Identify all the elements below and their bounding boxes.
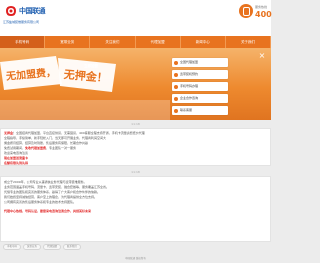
message-line: 凭借专业的团队和完善的服务体系，赢得了广大客户和合作伙伴的信赖。 <box>4 190 101 194</box>
quick-link-business[interactable]: 企业合作咨询 <box>172 94 228 103</box>
message-line: 我们始终坚持诚信经营，客户至上的理念，为代理商提供全方位支持。 <box>4 195 98 199</box>
quick-link-franchise[interactable]: 全国代理加盟 <box>172 58 228 67</box>
banner-slogan-ribbon: 无加盟费， 无押金！ <box>0 56 116 92</box>
quick-link-broadband[interactable]: 宽带装机预约 <box>172 70 228 79</box>
nav-item-broadband[interactable]: 宽带业务 <box>45 36 91 48</box>
bullet-icon <box>174 96 178 101</box>
quick-link-label: 企业合作咨询 <box>180 96 199 100</box>
message-highlight: 无押金 <box>4 131 14 135</box>
unicom-logo[interactable]: 中国联通 江苏盐城装维服务有限公司 <box>3 4 67 24</box>
message-line: 公司拥有完善的售后服务体系和专业的技术支持团队。 <box>4 200 77 204</box>
bullet-icon <box>174 72 178 77</box>
message-highlight-line: 现在加盟送流量卡 <box>4 156 29 160</box>
message-line: 无押金！全国招商代理加盟，平台直接供货，无需囤货，400客服全程支持开通，手机卡… <box>4 131 145 135</box>
quick-link-label: 宽带装机预约 <box>180 72 199 76</box>
banner-cta[interactable]: 立即加盟 <box>84 64 98 69</box>
nav-item-news[interactable]: 新闻中心 <box>181 36 226 48</box>
unicom-knot-icon <box>6 6 16 16</box>
message-line: 业务范围涵盖手机号码、流量卡、宽带安装、融合套餐等，服务覆盖江苏全省。 <box>4 185 110 189</box>
message-text: 全程指导， <box>4 136 20 140</box>
message-highlight-line: 名额有限先到先得 <box>4 161 29 165</box>
logo-text: 中国联通 <box>19 7 46 15</box>
message-card-franchise: 无押金！全国招商代理加盟，平台直接供货，无需囤货，400客服全程支持开通，手机卡… <box>0 128 271 166</box>
hotline-number[interactable]: 400 <box>255 10 272 19</box>
footer-tab[interactable]: 宽带业务 <box>23 244 42 250</box>
quick-link-label: 联系客服 <box>180 108 193 112</box>
site-header: 中国联通 江苏盐城装维服务有限公司 服务热线 400 <box>0 0 272 36</box>
banner-strip <box>0 100 170 120</box>
quick-link-label: 手机号码办理 <box>180 84 199 88</box>
message-highlight-line: 代理中心热线，号码认证，愿您来电咨询洽谈合作，共创美好未来 <box>4 209 92 213</box>
message-text: 手续简单，新手轻松入门，当天即可开展业务，代理商利润空间大 <box>19 136 107 140</box>
message-text: ！全国招商代理加盟，平台直接供货，无需囤货，400客服全程支持开通，手机卡流量资… <box>13 131 145 135</box>
nav-item-about[interactable]: 关于我们 <box>226 36 272 48</box>
footer-tab[interactable]: 代理加盟 <box>43 244 62 250</box>
quick-link-mobile[interactable]: 手机号码办理 <box>172 82 228 91</box>
quick-link-label: 全国代理加盟 <box>180 60 199 64</box>
message-line: 全程指导，手续简单，新手轻松入门，当天即可开展业务，代理商利润空间大 <box>4 136 106 140</box>
logo-subtitle: 江苏盐城装维服务有限公司 <box>3 20 40 24</box>
message-text: ，专业团队一对一服务 <box>46 146 77 150</box>
nav-item-franchise[interactable]: 代理加盟 <box>136 36 181 48</box>
close-icon[interactable]: × <box>257 51 267 61</box>
hotline-label: 服务热线 <box>255 5 268 9</box>
message-time: 11:18 <box>131 122 140 126</box>
message-line: 欢迎来电咨询洽谈 <box>4 151 28 155</box>
bullet-icon <box>174 60 178 65</box>
message-line: 佣金按月结算，结算及时到账，售后服务有保障，长期合作共赢 <box>4 141 88 145</box>
footer-tabs: 手机号码 宽带业务 代理加盟 联系我们 <box>0 244 271 252</box>
message-time: 11:18 <box>131 170 140 174</box>
message-text: 欢迎来电咨询洽谈 <box>4 151 29 155</box>
footer-tab[interactable]: 手机号码 <box>3 244 22 250</box>
banner-quick-links: 全国代理加盟 宽带装机预约 手机号码办理 企业合作咨询 联系客服 <box>170 48 230 120</box>
footer-tab[interactable]: 联系我们 <box>63 244 82 250</box>
message-line: 免费试用期间，免收代理加盟费，专业团队一对一服务 <box>4 146 76 150</box>
message-highlight: 免收代理加盟费 <box>25 146 47 150</box>
message-text: 免费试用期间， <box>4 146 26 150</box>
nav-item-mobile[interactable]: 手机号码 <box>0 36 46 48</box>
bullet-icon <box>174 84 178 89</box>
bullet-icon <box>174 108 178 113</box>
message-card-company: 成立于2009年，公司专业从事通信业务代理与宽带装维服务。 业务范围涵盖手机号码… <box>0 176 271 242</box>
promo-banner[interactable]: 无加盟费， 无押金！ 立即加盟 全国代理加盟 宽带装机预约 手机号码办理 企业合… <box>0 48 271 120</box>
message-line: 成立于2009年，公司专业从事通信业务代理与宽带装维服务。 <box>4 180 87 184</box>
message-text: 佣金按月结算，结算及时到账，售后服务有保障，长期合作共赢 <box>4 141 89 145</box>
quick-link-service[interactable]: 联系客服 <box>172 106 228 115</box>
copyright: 中国联通 版权所有 <box>125 257 146 260</box>
main-nav: 手机号码 宽带业务 关注我们 代理加盟 新闻中心 关于我们 <box>0 36 272 48</box>
phone-icon <box>239 4 253 18</box>
nav-item-follow[interactable]: 关注我们 <box>90 36 136 48</box>
